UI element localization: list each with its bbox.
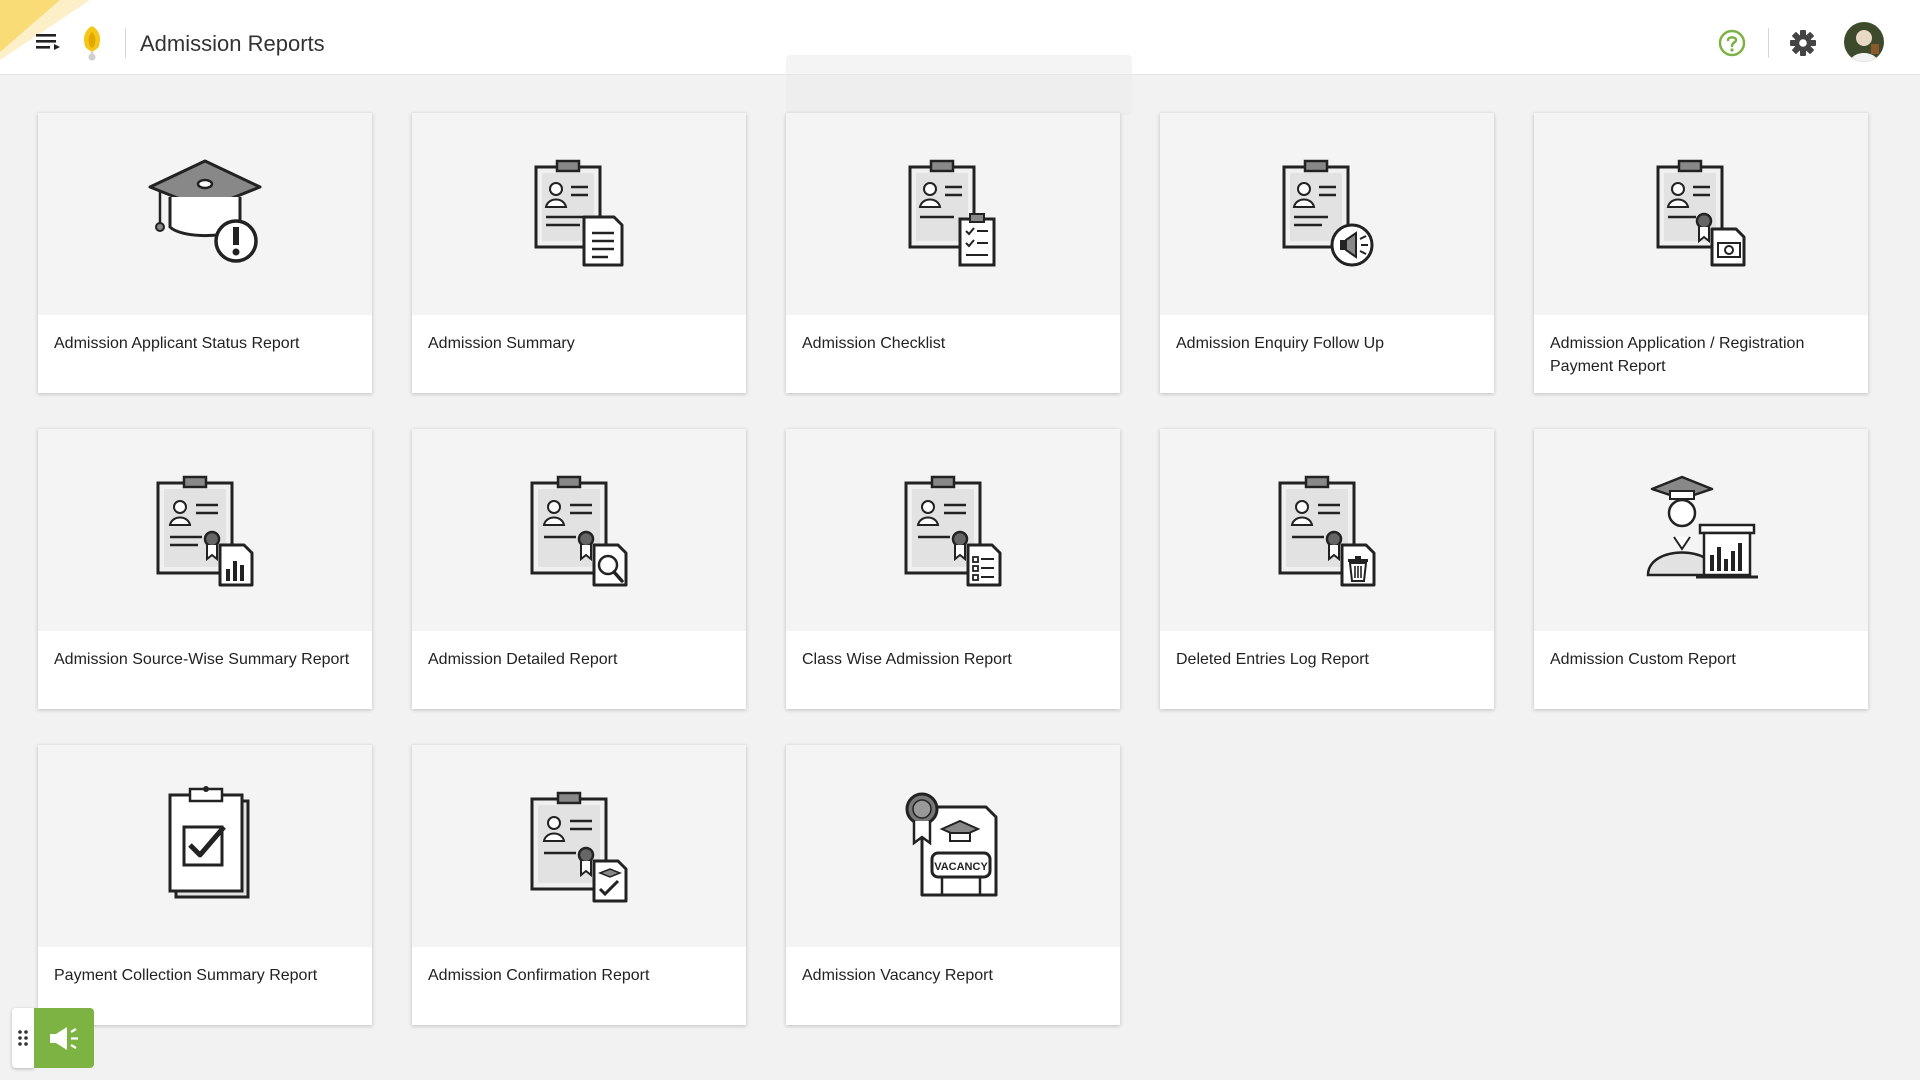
report-title: Admission Confirmation Report	[428, 967, 650, 984]
menu-icon	[36, 34, 60, 50]
card-icon-area	[38, 429, 372, 631]
clipboard-payment-icon	[1656, 159, 1746, 267]
graduate-chart-icon	[1646, 475, 1758, 579]
school-logo-icon	[84, 26, 100, 61]
card-icon-area	[786, 429, 1120, 631]
report-title: Admission Custom Report	[1550, 651, 1736, 668]
report-card[interactable]: Class Wise Admission Report	[786, 429, 1120, 709]
report-card[interactable]: Admission Source-Wise Summary Report	[38, 429, 372, 709]
report-card[interactable]: Admission Summary	[412, 113, 746, 393]
clipboard-magnifier-icon	[530, 475, 628, 587]
report-title: Payment Collection Summary Report	[54, 967, 318, 984]
report-card[interactable]: Admission Application / Registration Pay…	[1534, 113, 1868, 393]
page-title: Admission Reports	[140, 31, 325, 56]
report-title: Class Wise Admission Report	[802, 651, 1012, 668]
card-icon-area: VACANCY	[786, 745, 1120, 947]
drag-handle-icon	[18, 1030, 28, 1046]
clipboard-confirm-icon	[530, 791, 628, 903]
report-title: Admission Application / Registration Pay…	[1550, 335, 1805, 375]
card-icon-area	[38, 745, 372, 947]
report-card[interactable]: Admission Enquiry Follow Up	[1160, 113, 1494, 393]
user-avatar	[1844, 22, 1884, 62]
clipboard-trash-icon	[1278, 475, 1376, 587]
menu-button[interactable]	[34, 30, 62, 54]
vacancy-certificate-icon: VACANCY	[905, 792, 998, 897]
report-card[interactable]: Deleted Entries Log Report	[1160, 429, 1494, 709]
clipboard-checklist-icon	[908, 159, 996, 267]
report-title: Admission Enquiry Follow Up	[1176, 335, 1385, 352]
card-icon-area	[412, 429, 746, 631]
avatar[interactable]	[1844, 22, 1884, 62]
card-icon-area	[1160, 113, 1494, 315]
report-title: Deleted Entries Log Report	[1176, 651, 1369, 668]
report-grid: Admission Applicant Status Report Admiss…	[38, 113, 1868, 1025]
report-title: Admission Applicant Status Report	[54, 335, 300, 352]
megaphone-icon	[50, 1027, 78, 1050]
card-icon-area	[1534, 429, 1868, 631]
report-title: Admission Checklist	[802, 335, 946, 352]
drag-handle[interactable]	[12, 1008, 34, 1068]
card-icon-area	[786, 113, 1120, 315]
report-card[interactable]: Admission Applicant Status Report	[38, 113, 372, 393]
clipboard-list-icon	[904, 475, 1002, 587]
header-divider	[125, 28, 126, 58]
clipboard-check-icon	[168, 786, 250, 899]
settings-button[interactable]	[1787, 27, 1819, 59]
fading-toast	[786, 55, 1132, 115]
card-icon-area	[412, 745, 746, 947]
report-card[interactable]: Admission Confirmation Report	[412, 745, 746, 1025]
help-icon	[1718, 29, 1746, 57]
graduation-cap-alert-icon	[148, 159, 262, 263]
report-title: Admission Summary	[428, 335, 575, 352]
report-card[interactable]: Payment Collection Summary Report	[38, 745, 372, 1025]
card-icon-area	[1160, 429, 1494, 631]
report-card[interactable]: Admission Detailed Report	[412, 429, 746, 709]
clipboard-bar-chart-icon	[156, 475, 254, 587]
report-card[interactable]: Admission Custom Report	[1534, 429, 1868, 709]
clipboard-document-icon	[534, 159, 624, 267]
card-icon-area	[1534, 113, 1868, 315]
header-divider	[1768, 28, 1769, 58]
report-card[interactable]: VACANCY Admission Vacancy Report	[786, 745, 1120, 1025]
card-icon-area	[412, 113, 746, 315]
report-title: Admission Source-Wise Summary Report	[54, 651, 350, 668]
card-icon-area	[38, 113, 372, 315]
announcement-button[interactable]	[34, 1008, 94, 1068]
svg-text:VACANCY: VACANCY	[934, 861, 988, 873]
help-button[interactable]	[1717, 28, 1747, 58]
clipboard-megaphone-icon	[1282, 159, 1374, 267]
report-title: Admission Detailed Report	[428, 651, 618, 668]
announcement-widget	[12, 1008, 94, 1068]
report-card[interactable]: Admission Checklist	[786, 113, 1120, 393]
report-title: Admission Vacancy Report	[802, 967, 993, 984]
gear-icon	[1790, 30, 1816, 56]
